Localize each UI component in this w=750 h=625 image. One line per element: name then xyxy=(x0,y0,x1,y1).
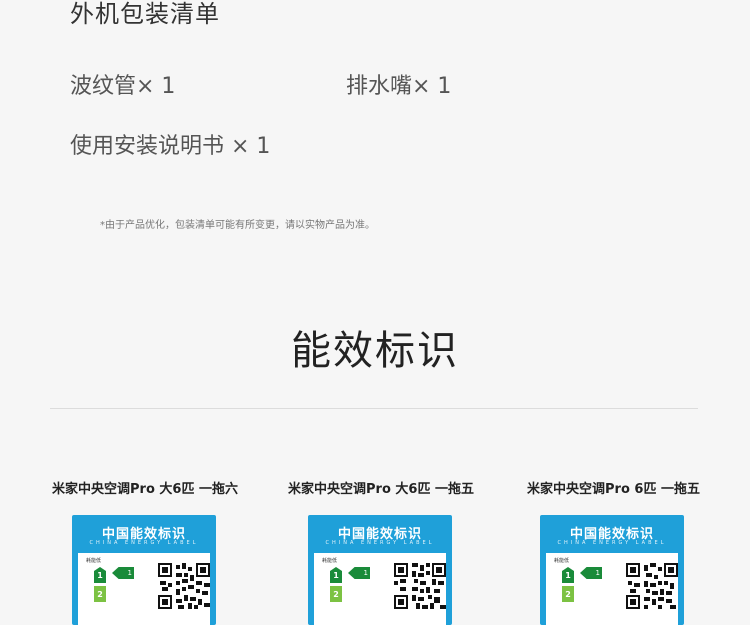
packing-list-title: 外机包装清单 xyxy=(70,0,220,28)
model-name-3: 米家中央空调Pro 6匹 一拖五 xyxy=(527,482,700,497)
grade-bar-1: 1 xyxy=(94,567,106,583)
qr-code-icon xyxy=(394,563,446,609)
qr-code-icon xyxy=(626,563,678,609)
energy-label-body: 耗能低 1 2 1 xyxy=(314,553,446,625)
section-divider xyxy=(50,408,698,409)
model-name-1: 米家中央空调Pro 大6匹 一拖六 xyxy=(52,482,238,497)
model-name-2: 米家中央空调Pro 大6匹 一拖五 xyxy=(288,482,474,497)
grade-arrow: 1 xyxy=(112,567,134,579)
grade-arrow: 1 xyxy=(580,567,602,579)
energy-label-section-title: 能效标识 xyxy=(291,328,459,374)
packing-note: *由于产品优化，包装清单可能有所变更，请以实物产品为准。 xyxy=(100,220,375,231)
energy-label-body: 耗能低 1 2 1 xyxy=(546,553,678,625)
packing-item-corrugated-pipe: 波纹管× 1 xyxy=(70,74,176,99)
grade-caption: 耗能低 xyxy=(86,558,102,564)
energy-label-card-3: 中国能效标识 CHINA ENERGY LABEL 耗能低 1 2 1 xyxy=(540,515,684,625)
grade-caption: 耗能低 xyxy=(322,558,338,564)
grade-bar-1: 1 xyxy=(562,567,574,583)
energy-label-subtitle: CHINA ENERGY LABEL xyxy=(89,540,199,546)
energy-label-card-2: 中国能效标识 CHINA ENERGY LABEL 耗能低 1 2 1 xyxy=(308,515,452,625)
packing-item-manual: 使用安装说明书 × 1 xyxy=(70,134,271,159)
energy-label-subtitle: CHINA ENERGY LABEL xyxy=(557,540,667,546)
energy-label-body: 耗能低 1 2 1 xyxy=(78,553,210,625)
grade-caption: 耗能低 xyxy=(554,558,570,564)
energy-label-card-1: 中国能效标识 CHINA ENERGY LABEL 耗能低 1 2 1 xyxy=(72,515,216,625)
grade-arrow: 1 xyxy=(348,567,370,579)
grade-bar-2: 2 xyxy=(562,586,574,602)
grade-bar-1: 1 xyxy=(330,567,342,583)
energy-label-subtitle: CHINA ENERGY LABEL xyxy=(325,540,435,546)
packing-item-drain-nozzle: 排水嘴× 1 xyxy=(346,74,452,99)
qr-code-icon xyxy=(158,563,210,609)
grade-bar-2: 2 xyxy=(94,586,106,602)
grade-bar-2: 2 xyxy=(330,586,342,602)
